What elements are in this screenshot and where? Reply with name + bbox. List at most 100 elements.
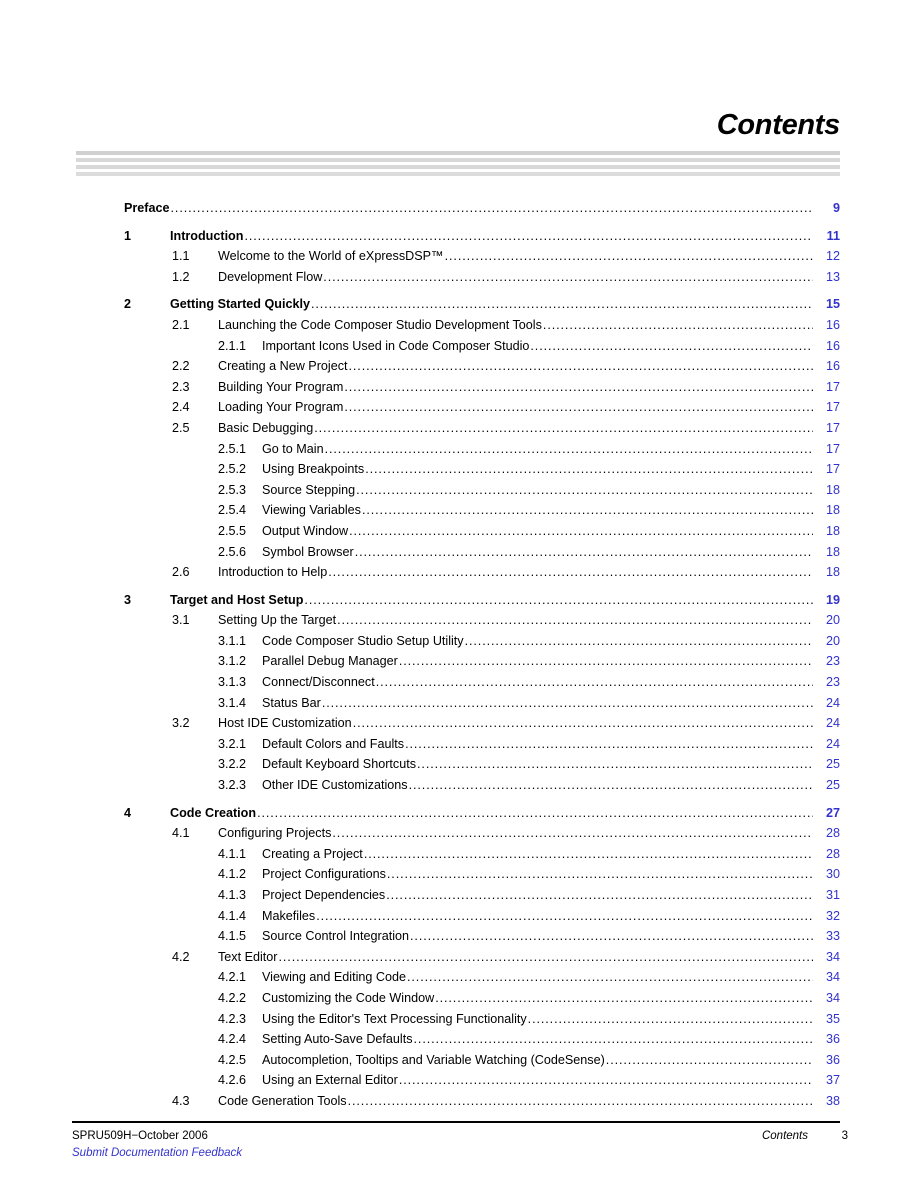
toc-entry-page-number[interactable]: 32: [814, 906, 840, 927]
toc-entry-label[interactable]: Using Breakpoints: [262, 459, 364, 480]
toc-entry-page-number[interactable]: 30: [814, 864, 840, 885]
toc-entry[interactable]: 3 Target and Host Setup..................…: [0, 590, 920, 611]
toc-entry-page-number[interactable]: 20: [814, 631, 840, 652]
toc-entry[interactable]: 3.1.3 Connect/Disconnect.................…: [0, 672, 920, 693]
toc-entry[interactable]: 2.5.2 Using Breakpoints..................…: [0, 459, 920, 480]
toc-entry-label[interactable]: Getting Started Quickly: [170, 294, 310, 315]
toc-entry-label[interactable]: Parallel Debug Manager: [262, 651, 398, 672]
toc-entry-label[interactable]: Development Flow: [218, 267, 322, 288]
toc-entry-page-number[interactable]: 13: [814, 267, 840, 288]
toc-entry[interactable]: 2.5.6 Symbol Browser.....................…: [0, 542, 920, 563]
toc-entry[interactable]: 3.2 Host IDE Customization...............…: [0, 713, 920, 734]
toc-entry-label[interactable]: Code Composer Studio Setup Utility: [262, 631, 464, 652]
toc-entry[interactable]: 4.2.2 Customizing the Code Window........…: [0, 988, 920, 1009]
toc-entry[interactable]: 2.5.5 Output Window......................…: [0, 521, 920, 542]
toc-entry-page-number[interactable]: 18: [814, 562, 840, 583]
toc-entry[interactable]: 4.2.5 Autocompletion, Tooltips and Variab…: [0, 1050, 920, 1071]
toc-entry-label[interactable]: Target and Host Setup: [170, 590, 303, 611]
toc-entry[interactable]: 4.3 Code Generation Tools................…: [0, 1091, 920, 1112]
toc-entry[interactable]: 2.2 Creating a New Project...............…: [0, 356, 920, 377]
toc-entry-label[interactable]: Launching the Code Composer Studio Devel…: [218, 315, 542, 336]
toc-entry[interactable]: 4.2.4 Setting Auto-Save Defaults.........…: [0, 1029, 920, 1050]
toc-entry-page-number[interactable]: 35: [814, 1009, 840, 1030]
toc-entry-page-number[interactable]: 28: [814, 823, 840, 844]
toc-entry[interactable]: 3.1.2 Parallel Debug Manager.............…: [0, 651, 920, 672]
toc-entry-page-number[interactable]: 24: [814, 734, 840, 755]
toc-entry-page-number[interactable]: 18: [814, 500, 840, 521]
toc-entry-label[interactable]: Makefiles: [262, 906, 315, 927]
toc-entry-page-number[interactable]: 38: [814, 1091, 840, 1112]
toc-entry-page-number[interactable]: 17: [814, 439, 840, 460]
toc-entry[interactable]: 4.1.1 Creating a Project.................…: [0, 844, 920, 865]
toc-entry-label[interactable]: Welcome to the World of eXpressDSP™: [218, 246, 444, 267]
toc-entry-page-number[interactable]: 37: [814, 1070, 840, 1091]
toc-entry-page-number[interactable]: 36: [814, 1029, 840, 1050]
toc-entry-page-number[interactable]: 18: [814, 480, 840, 501]
toc-entry-page-number[interactable]: 28: [814, 844, 840, 865]
toc-entry-page-number[interactable]: 23: [814, 651, 840, 672]
toc-entry[interactable]: 4.2 Text Editor..........................…: [0, 947, 920, 968]
toc-entry-page-number[interactable]: 18: [814, 521, 840, 542]
toc-entry-label[interactable]: Building Your Program: [218, 377, 343, 398]
toc-entry-page-number[interactable]: 18: [814, 542, 840, 563]
toc-entry-label[interactable]: Source Stepping: [262, 480, 355, 501]
toc-entry-page-number[interactable]: 25: [814, 754, 840, 775]
toc-entry-page-number[interactable]: 16: [814, 336, 840, 357]
toc-entry-page-number[interactable]: 16: [814, 315, 840, 336]
toc-entry-page-number[interactable]: 17: [814, 377, 840, 398]
toc-entry-page-number[interactable]: 25: [814, 775, 840, 796]
toc-entry[interactable]: 2.1 Launching the Code Composer Studio De…: [0, 315, 920, 336]
toc-entry[interactable]: 2 Getting Started Quickly................…: [0, 294, 920, 315]
toc-entry[interactable]: 2.6 Introduction to Help.................…: [0, 562, 920, 583]
toc-entry-label[interactable]: Setting Auto-Save Defaults: [262, 1029, 413, 1050]
toc-entry-page-number[interactable]: 34: [814, 967, 840, 988]
toc-entry-page-number[interactable]: 33: [814, 926, 840, 947]
toc-entry[interactable]: 3.2.3 Other IDE Customizations...........…: [0, 775, 920, 796]
toc-entry-page-number[interactable]: 34: [814, 947, 840, 968]
toc-entry[interactable]: 4.1.5 Source Control Integration.........…: [0, 926, 920, 947]
toc-entry-page-number[interactable]: 17: [814, 459, 840, 480]
toc-entry-label[interactable]: Using the Editor's Text Processing Funct…: [262, 1009, 527, 1030]
toc-entry-page-number[interactable]: 24: [814, 713, 840, 734]
toc-entry[interactable]: 2.4 Loading Your Program.................…: [0, 397, 920, 418]
toc-entry-label[interactable]: Code Generation Tools: [218, 1091, 347, 1112]
toc-entry-page-number[interactable]: 11: [814, 226, 840, 247]
toc-entry-label[interactable]: Autocompletion, Tooltips and Variable Wa…: [262, 1050, 605, 1071]
toc-entry-label[interactable]: Project Configurations: [262, 864, 386, 885]
toc-entry[interactable]: 4.2.6 Using an External Editor...........…: [0, 1070, 920, 1091]
toc-entry-label[interactable]: Viewing and Editing Code: [262, 967, 406, 988]
toc-entry-label[interactable]: Setting Up the Target: [218, 610, 336, 631]
toc-entry[interactable]: 2.5.4 Viewing Variables..................…: [0, 500, 920, 521]
toc-entry-label[interactable]: Basic Debugging: [218, 418, 313, 439]
toc-entry-label[interactable]: Creating a New Project: [218, 356, 348, 377]
toc-entry[interactable]: 3.1 Setting Up the Target................…: [0, 610, 920, 631]
toc-entry-label[interactable]: Project Dependencies: [262, 885, 385, 906]
toc-entry-label[interactable]: Introduction to Help: [218, 562, 327, 583]
toc-entry[interactable]: 3.1.1 Code Composer Studio Setup Utility.…: [0, 631, 920, 652]
toc-entry-label[interactable]: Connect/Disconnect: [262, 672, 375, 693]
toc-entry[interactable]: 4.1.4 Makefiles..........................…: [0, 906, 920, 927]
toc-entry-label[interactable]: Symbol Browser: [262, 542, 354, 563]
toc-entry-page-number[interactable]: 34: [814, 988, 840, 1009]
toc-entry-page-number[interactable]: 23: [814, 672, 840, 693]
toc-entry[interactable]: 1.1 Welcome to the World of eXpressDSP™..…: [0, 246, 920, 267]
toc-entry-page-number[interactable]: 12: [814, 246, 840, 267]
toc-entry-label[interactable]: Default Colors and Faults: [262, 734, 404, 755]
submit-documentation-feedback-link[interactable]: Submit Documentation Feedback: [72, 1146, 242, 1161]
toc-entry-page-number[interactable]: 16: [814, 356, 840, 377]
toc-entry-label[interactable]: Default Keyboard Shortcuts: [262, 754, 416, 775]
toc-entry[interactable]: 3.2.2 Default Keyboard Shortcuts.........…: [0, 754, 920, 775]
toc-entry-label[interactable]: Introduction: [170, 226, 243, 247]
toc-entry[interactable]: 3.2.1 Default Colors and Faults..........…: [0, 734, 920, 755]
toc-entry[interactable]: 2.3 Building Your Program................…: [0, 377, 920, 398]
toc-entry-label[interactable]: Using an External Editor: [262, 1070, 398, 1091]
toc-entry-page-number[interactable]: 17: [814, 397, 840, 418]
toc-entry-page-number[interactable]: 27: [814, 803, 840, 824]
toc-entry-label[interactable]: Status Bar: [262, 693, 321, 714]
toc-entry[interactable]: 4.2.1 Viewing and Editing Code...........…: [0, 967, 920, 988]
toc-entry[interactable]: 4.1.3 Project Dependencies...............…: [0, 885, 920, 906]
toc-entry-label[interactable]: Source Control Integration: [262, 926, 409, 947]
toc-entry[interactable]: 2.5 Basic Debugging......................…: [0, 418, 920, 439]
toc-entry[interactable]: 1.2 Development Flow.....................…: [0, 267, 920, 288]
toc-entry[interactable]: Preface.................................…: [0, 198, 920, 219]
